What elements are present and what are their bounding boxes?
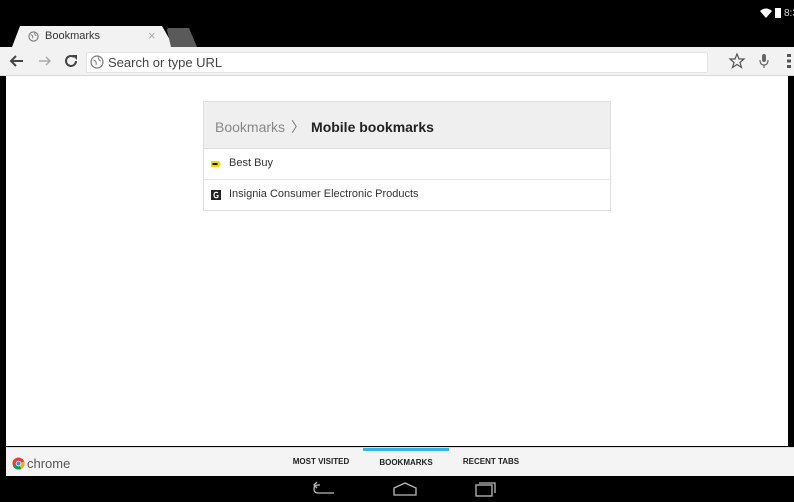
- tab-title: Bookmarks: [45, 30, 101, 42]
- clock: 8:3: [784, 7, 794, 19]
- star-icon[interactable]: [728, 52, 746, 70]
- chrome-logo-icon: [12, 457, 25, 470]
- home-nav-icon[interactable]: [392, 481, 418, 497]
- new-tab-button[interactable]: [167, 28, 197, 47]
- breadcrumb-current: Mobile bookmarks: [311, 119, 434, 135]
- breadcrumb-root[interactable]: Bookmarks: [215, 119, 285, 135]
- omnibox-placeholder: Search or type URL: [108, 55, 223, 70]
- breadcrumb: Bookmarks 〉 Mobile bookmarks: [204, 102, 610, 149]
- breadcrumb-separator-icon: 〉: [291, 119, 306, 135]
- tab-strip: Bookmarks ×: [0, 24, 794, 47]
- best-buy-favicon-icon: [211, 161, 221, 167]
- bookmark-label: Insignia Consumer Electronic Products: [229, 188, 419, 200]
- chrome-brand: chrome: [12, 456, 70, 471]
- overflow-menu-icon[interactable]: [784, 52, 794, 70]
- omnibox[interactable]: Search or type URL: [86, 52, 708, 73]
- chrome-wordmark: chrome: [27, 456, 71, 471]
- reload-icon[interactable]: [62, 52, 80, 70]
- insignia-favicon-icon: [211, 190, 221, 200]
- bookmark-label: Best Buy: [229, 157, 274, 169]
- close-icon[interactable]: ×: [148, 28, 156, 43]
- tab-most-visited[interactable]: MOST VISITED: [281, 448, 361, 476]
- bottom-bar: chrome MOST VISITED BOOKMARKS RECENT TAB…: [6, 447, 794, 476]
- back-nav-icon[interactable]: [312, 481, 338, 497]
- status-icons: 8:3: [760, 6, 794, 20]
- mic-icon[interactable]: [755, 52, 773, 70]
- bookmark-item-insignia[interactable]: Insignia Consumer Electronic Products: [204, 180, 610, 210]
- tab-recent-tabs[interactable]: RECENT TABS: [451, 448, 531, 476]
- wifi-icon: [760, 8, 772, 18]
- recents-nav-icon[interactable]: [472, 481, 498, 497]
- bookmark-item-best-buy[interactable]: Best Buy: [204, 149, 610, 180]
- tab-bookmarks[interactable]: Bookmarks ×: [12, 26, 174, 47]
- battery-icon: [775, 8, 781, 18]
- globe-icon: [90, 55, 104, 69]
- status-bar: 8:3: [0, 0, 794, 24]
- toolbar: Search or type URL: [0, 47, 794, 76]
- tab-bookmarks-bottom[interactable]: BOOKMARKS: [363, 448, 449, 479]
- globe-icon: [28, 31, 39, 42]
- navigation-bar: [0, 476, 794, 502]
- bookmarks-page: Bookmarks 〉 Mobile bookmarks Best Buy In…: [6, 76, 788, 446]
- bookmarks-panel: Bookmarks 〉 Mobile bookmarks Best Buy In…: [203, 101, 611, 211]
- forward-arrow-icon[interactable]: [36, 52, 54, 70]
- back-arrow-icon[interactable]: [8, 52, 26, 70]
